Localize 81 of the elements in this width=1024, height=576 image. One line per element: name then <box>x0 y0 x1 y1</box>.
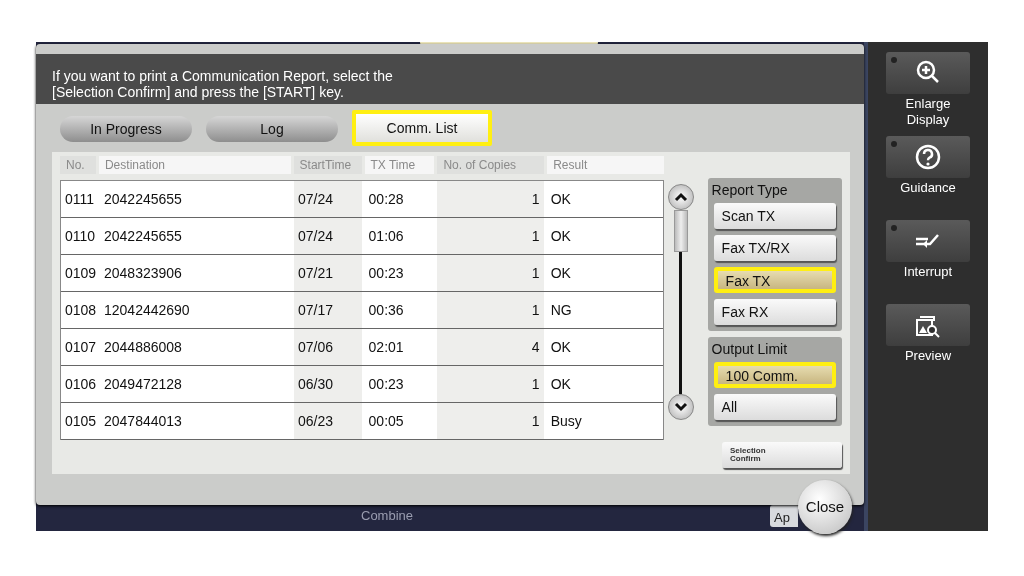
indicator-light <box>891 141 897 147</box>
close-button[interactable]: Close <box>798 480 852 534</box>
table-cell: 06/23 <box>293 403 362 439</box>
tab[interactable]: Log <box>206 116 338 142</box>
table-cell: 07/24 <box>293 181 362 217</box>
table-cell-text: OK <box>549 263 572 283</box>
column-header: No. <box>60 156 96 174</box>
table-cell-text: 0106 <box>64 374 97 394</box>
column-header: TX Time <box>364 156 435 174</box>
table-cell: 1 <box>437 218 544 254</box>
menu-label: Combine <box>361 506 414 525</box>
table-cell-text: 2042245655 <box>103 189 183 209</box>
instruction-text: If you want to print a Communication Report, select the [Selection Confirm] and press the [START] key. <box>52 68 394 100</box>
table-cell: 1 <box>437 403 544 439</box>
option-button[interactable]: Fax TX/RX <box>713 235 836 261</box>
table-cell: 1 <box>437 366 544 402</box>
table-cell-text: 2047844013 <box>103 411 183 431</box>
scroll-up-button[interactable] <box>667 184 694 210</box>
column-header: StartTime <box>293 156 362 174</box>
option-button[interactable]: Fax RX <box>713 299 836 325</box>
table-cell: 07/17 <box>293 292 362 328</box>
indicator-light <box>891 225 897 231</box>
table-cell-text: 2048323906 <box>103 263 183 283</box>
apply-button[interactable]: Ap <box>770 505 798 527</box>
column-header: No. of Copies <box>437 156 545 174</box>
table-cell: 1 <box>437 292 544 328</box>
table-cell-text: OK <box>549 374 572 394</box>
table-cell-text: NG <box>549 300 573 320</box>
group-label: Output Limit <box>711 340 789 359</box>
table-cell-text: 0107 <box>64 337 97 357</box>
side-button[interactable] <box>886 304 970 346</box>
table-cell-text: 00:05 <box>367 411 405 431</box>
chevron-down-icon <box>673 402 688 412</box>
table-cell: 07/21 <box>293 255 362 291</box>
table-cell: 1 <box>437 255 544 291</box>
table-cell-text: 01:06 <box>367 226 405 246</box>
indicator-light <box>891 57 897 63</box>
table-cell-text: Busy <box>549 411 583 431</box>
group-label: Report Type <box>711 181 789 200</box>
column-header: Result <box>547 156 664 174</box>
tab[interactable]: Comm. List <box>352 110 492 146</box>
column-header: Destination <box>98 156 291 174</box>
option-button[interactable]: All <box>713 394 836 420</box>
button-label: Guidance <box>900 180 956 196</box>
option-button[interactable]: Scan TX <box>713 203 836 229</box>
table-cell-text: 2042245655 <box>103 226 183 246</box>
tab[interactable]: In Progress <box>60 116 192 142</box>
selection-confirm-button[interactable]: Selection Confirm <box>722 442 842 468</box>
table-cell-text: 00:36 <box>367 300 405 320</box>
option-button[interactable]: Fax TX <box>713 267 836 293</box>
table-cell: 4 <box>437 329 544 365</box>
table-cell-text: 0105 <box>64 411 97 431</box>
side-button[interactable] <box>886 52 970 94</box>
table-cell: 06/30 <box>293 366 362 402</box>
table-cell: 07/06 <box>293 329 362 365</box>
table-cell-text: OK <box>549 189 572 209</box>
table-cell-text: 00:28 <box>367 189 405 209</box>
table-cell-text: 12042442690 <box>103 300 191 320</box>
option-button[interactable]: 100 Comm. <box>713 362 836 388</box>
button-label: Interrupt <box>903 264 953 280</box>
table-cell-text: 2044886008 <box>103 337 183 357</box>
scroll-thumb[interactable] <box>673 210 688 252</box>
table-cell-text: OK <box>549 226 572 246</box>
table-cell-text: 00:23 <box>367 263 405 283</box>
button-label: Preview <box>904 348 952 364</box>
table-cell-text: 0110 <box>64 226 97 246</box>
table-cell-text: 0111 <box>64 189 96 209</box>
scroll-down-button[interactable] <box>667 394 694 420</box>
button-label: Enlarge Display <box>904 96 952 128</box>
table-cell-text: 2049472128 <box>103 374 183 394</box>
table-cell-text: 0108 <box>64 300 97 320</box>
side-button[interactable] <box>886 220 970 262</box>
table-cell-text: 02:01 <box>367 337 405 357</box>
table-cell: 07/24 <box>293 218 362 254</box>
table-cell: 1 <box>437 181 544 217</box>
table-cell-text: OK <box>549 337 572 357</box>
help-icon <box>914 143 942 171</box>
table-cell-text: 0109 <box>64 263 97 283</box>
chevron-up-icon <box>673 192 688 202</box>
table-cell-text: 00:23 <box>367 374 405 394</box>
side-button[interactable] <box>886 136 970 178</box>
